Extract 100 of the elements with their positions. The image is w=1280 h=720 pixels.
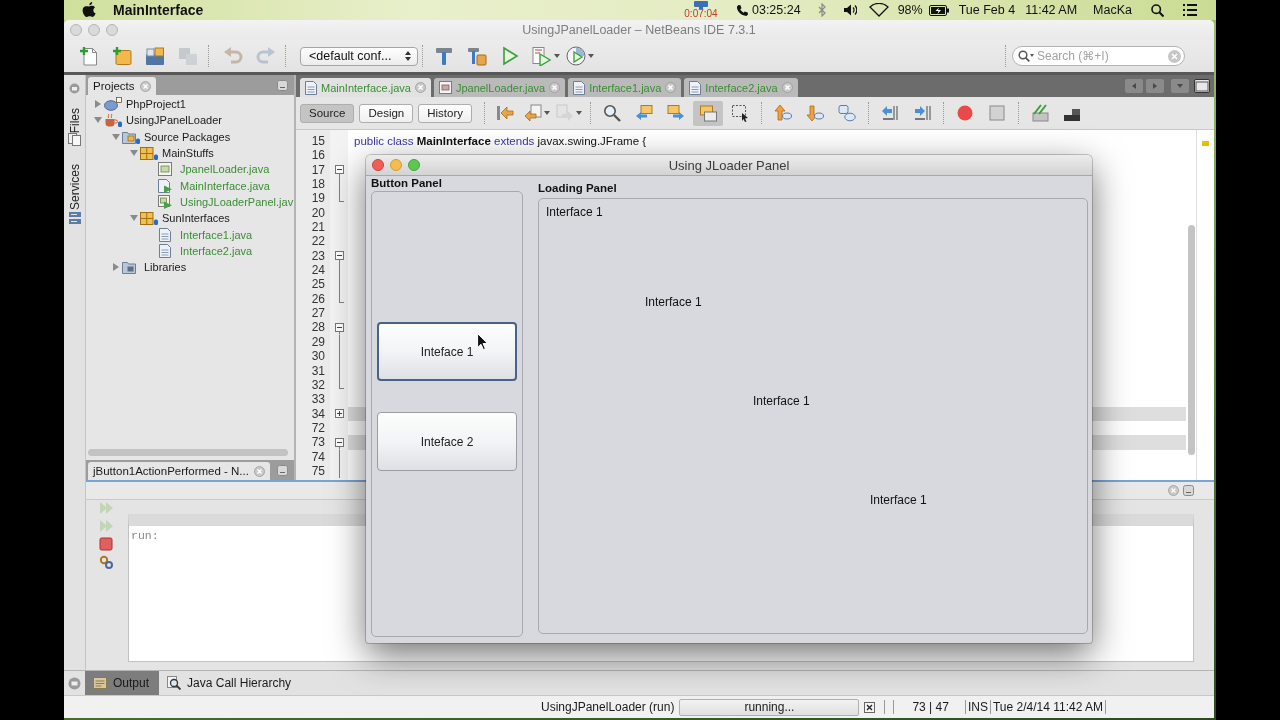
search-icon[interactable] bbox=[603, 104, 622, 122]
running-task: UsingJPanelLoader (run) bbox=[541, 700, 675, 714]
hammer-box-icon[interactable] bbox=[466, 46, 487, 66]
file-plus-icon[interactable] bbox=[78, 46, 99, 66]
left-arrow-tile-icon[interactable] bbox=[635, 104, 654, 122]
disclosure-triangle-icon[interactable] bbox=[112, 263, 120, 272]
configuration-dropdown[interactable]: <default conf... bbox=[300, 46, 418, 66]
collapse-box-icon[interactable] bbox=[335, 437, 344, 447]
bar-arrow-icon[interactable] bbox=[496, 104, 515, 122]
disclosure-triangle-icon[interactable] bbox=[130, 214, 138, 223]
tree-item[interactable]: PhpProject1 bbox=[126, 98, 186, 111]
line-number: 32 bbox=[310, 377, 326, 393]
round-icon[interactable] bbox=[68, 676, 81, 690]
server-icon[interactable] bbox=[68, 212, 81, 225]
rings-icon[interactable] bbox=[99, 555, 113, 569]
left-caret-icon[interactable] bbox=[1125, 79, 1143, 93]
close-icon[interactable] bbox=[864, 701, 876, 713]
panel-tab[interactable]: Output bbox=[85, 671, 160, 695]
user-name[interactable]: MacKa bbox=[1093, 3, 1132, 17]
side-tab[interactable]: Services bbox=[67, 164, 82, 211]
minimize-icon[interactable] bbox=[1183, 485, 1194, 496]
disclosure-triangle-icon[interactable] bbox=[94, 100, 102, 109]
menu-icon[interactable] bbox=[1183, 4, 1197, 16]
minimize-icon[interactable] bbox=[277, 464, 288, 476]
right-arrow-tile-icon[interactable] bbox=[667, 104, 686, 122]
down-arrow-icon[interactable] bbox=[806, 104, 825, 122]
tile-plus-icon[interactable] bbox=[111, 46, 132, 66]
stop-icon[interactable] bbox=[988, 104, 1007, 122]
slash-box-icon[interactable] bbox=[1031, 104, 1050, 122]
search-field[interactable]: Search (⌘+I) bbox=[1012, 46, 1185, 66]
caret-icon[interactable] bbox=[544, 111, 551, 115]
file-icon bbox=[158, 227, 172, 242]
up-arrow-icon[interactable] bbox=[774, 104, 793, 122]
view-button[interactable]: History bbox=[418, 103, 473, 123]
collapse-box-icon[interactable] bbox=[335, 165, 344, 175]
folder-icon[interactable] bbox=[144, 46, 165, 66]
dashed-selection-icon[interactable] bbox=[731, 104, 750, 122]
vertical-scrollbar[interactable] bbox=[1188, 225, 1195, 455]
battery-percent[interactable]: 98% bbox=[897, 3, 923, 17]
tree-item[interactable]: SunInterfaces bbox=[162, 212, 230, 225]
right-caret-icon[interactable] bbox=[1146, 79, 1164, 93]
documents-icon[interactable] bbox=[68, 133, 81, 147]
phone-icon[interactable] bbox=[736, 4, 748, 16]
updown-caret-icon bbox=[405, 51, 411, 61]
tree-item[interactable]: Libraries bbox=[144, 261, 187, 274]
call-timer[interactable]: 03:25:24 bbox=[752, 3, 801, 17]
app-menu[interactable]: MainInterface bbox=[113, 2, 204, 18]
tree-item[interactable]: UsingJPanelLoader bbox=[126, 114, 222, 127]
tree-item[interactable]: Source Packages bbox=[144, 130, 231, 143]
search-icon[interactable] bbox=[1151, 3, 1164, 17]
battery-icon[interactable] bbox=[928, 4, 949, 16]
clear-icon[interactable] bbox=[1168, 49, 1181, 63]
line-number: 73 bbox=[310, 435, 326, 450]
panel-tab[interactable]: jButton1ActionPerformed - N... bbox=[88, 462, 270, 480]
collapse-box-icon[interactable] bbox=[335, 323, 344, 333]
gauge-play-icon[interactable] bbox=[566, 46, 586, 66]
collapse-box-icon[interactable] bbox=[335, 251, 344, 261]
expand-box-icon[interactable] bbox=[335, 409, 344, 419]
caret-icon[interactable] bbox=[576, 111, 583, 115]
bubbles-icon[interactable] bbox=[838, 104, 857, 122]
stop-icon[interactable] bbox=[99, 537, 113, 551]
view-button[interactable]: Design bbox=[359, 103, 414, 123]
stacked-tiles-icon[interactable] bbox=[693, 100, 724, 126]
side-tab[interactable]: Files bbox=[67, 108, 82, 134]
menu-date[interactable]: Tue Feb 4 bbox=[958, 3, 1016, 17]
menu-clock[interactable]: 11:42 AM bbox=[1025, 3, 1078, 17]
maximize-icon[interactable] bbox=[106, 24, 118, 36]
indent-right-icon[interactable] bbox=[913, 104, 932, 122]
disclosure-triangle-icon[interactable] bbox=[112, 132, 120, 141]
caret-icon[interactable] bbox=[588, 54, 594, 58]
horizontal-scrollbar[interactable] bbox=[88, 449, 288, 456]
panel-tab[interactable]: Projects bbox=[88, 77, 156, 95]
volume-icon[interactable] bbox=[843, 4, 857, 16]
record-icon[interactable] bbox=[956, 104, 975, 122]
maximize-icon[interactable] bbox=[408, 159, 420, 171]
round-icon[interactable] bbox=[69, 83, 80, 94]
wifi-icon[interactable] bbox=[868, 3, 889, 17]
interface-label: Interface 1 bbox=[546, 205, 603, 219]
left-arrow-icon[interactable] bbox=[524, 104, 543, 122]
line-number: 21 bbox=[310, 220, 326, 235]
hammer-icon[interactable] bbox=[433, 46, 454, 66]
tree-item[interactable]: MainStuffs bbox=[162, 147, 214, 160]
monitor-icon bbox=[694, 1, 708, 9]
interface-button[interactable]: Inteface 2 bbox=[377, 412, 517, 471]
interface-button[interactable]: Inteface 1 bbox=[377, 322, 517, 381]
line-number: 27 bbox=[310, 306, 326, 321]
caret-icon[interactable] bbox=[554, 54, 560, 58]
down-caret-icon[interactable] bbox=[1171, 79, 1189, 93]
bluetooth-icon[interactable] bbox=[817, 3, 826, 17]
disclosure-triangle-icon[interactable] bbox=[130, 149, 138, 158]
document-play-icon[interactable] bbox=[532, 46, 552, 66]
disclosure-triangle-icon[interactable] bbox=[94, 116, 102, 125]
panel-tab[interactable]: Java Call Hierarchy bbox=[159, 671, 302, 695]
apple-icon[interactable] bbox=[82, 2, 96, 18]
window-icon[interactable] bbox=[1194, 79, 1210, 93]
search-icon bbox=[1018, 50, 1034, 62]
minimize-icon[interactable] bbox=[277, 79, 288, 91]
magnifier-icon bbox=[167, 676, 182, 690]
view-button[interactable]: Source bbox=[300, 103, 355, 123]
indent-left-icon[interactable] bbox=[881, 104, 900, 122]
